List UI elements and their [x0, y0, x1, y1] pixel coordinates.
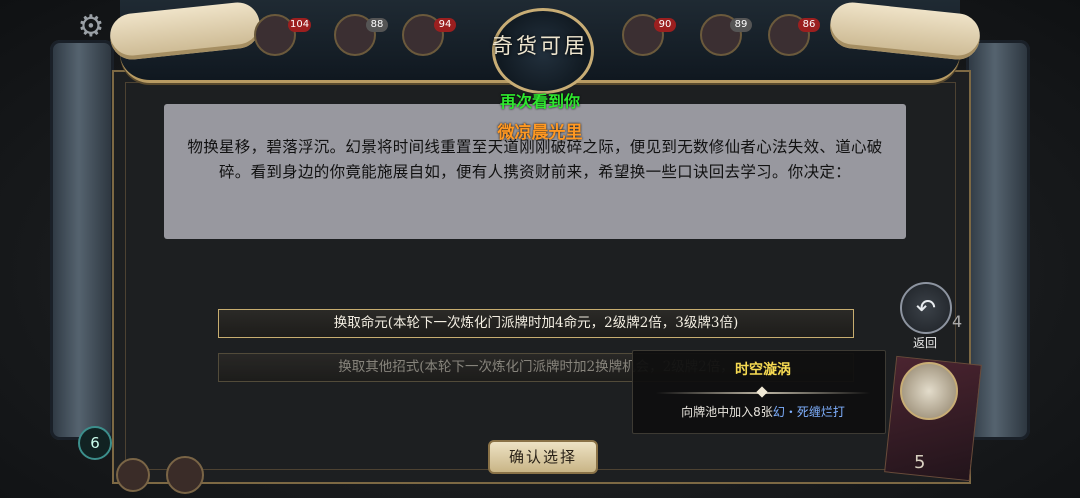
tooltip-description: 向牌池中加入8张幻・死缠烂打 [632, 403, 894, 420]
back-button[interactable]: ↶ [900, 282, 952, 334]
page-title: 奇货可居 [492, 34, 588, 58]
left-scroll-pillar [50, 40, 114, 440]
teammate-avatar[interactable] [116, 458, 150, 492]
option-life-essence[interactable]: 换取命元(本轮下一次炼化门派牌时加4命元，2级牌2倍，3级牌3倍) [218, 309, 854, 338]
player-portrait[interactable] [900, 362, 958, 420]
opponent-score: 90 [654, 18, 676, 32]
player-name: 微凉晨光里 [497, 123, 583, 143]
left-counter-badge[interactable]: 6 [78, 426, 112, 460]
gear-icon[interactable]: ⚙ [76, 12, 106, 42]
confirm-button[interactable]: 确认选择 [488, 440, 598, 474]
opponent-score: 86 [798, 18, 820, 32]
tooltip-desc-prefix: 向牌池中加入8张 [681, 405, 773, 419]
tooltip-card-name: 幻・死缠烂打 [772, 405, 845, 419]
opponent-score: 104 [288, 18, 312, 32]
back-count: 4 [952, 312, 963, 331]
deck-count: 5 [914, 452, 926, 473]
back-label: 返回 [912, 336, 937, 350]
opponent-score: 88 [366, 18, 388, 32]
back-arrow-icon: ↶ [915, 294, 937, 322]
compass-icon[interactable] [166, 456, 204, 494]
opponent-score: 89 [730, 18, 752, 32]
tooltip-title: 时空漩涡 [735, 362, 791, 378]
greeting-text: 再次看到你 [499, 92, 580, 111]
